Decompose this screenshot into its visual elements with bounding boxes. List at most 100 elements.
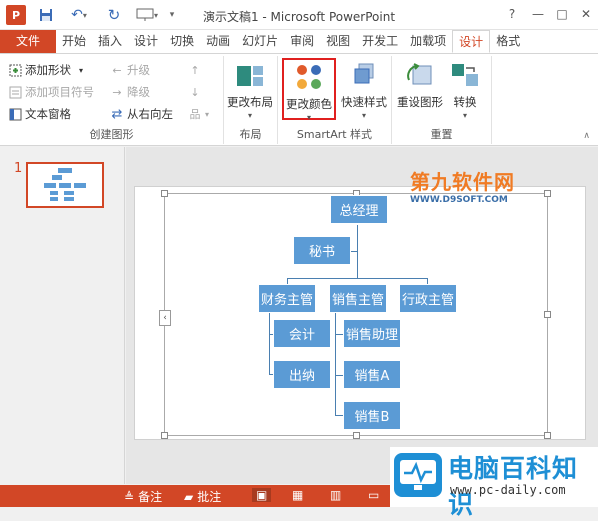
resize-handle[interactable] (544, 311, 551, 318)
org-node-sales-assistant[interactable]: 销售助理 (343, 319, 401, 348)
minimize-button[interactable]: — (528, 4, 548, 24)
resize-handle[interactable] (544, 190, 551, 197)
chevron-down-icon: ▾ (462, 111, 467, 120)
tab-insert[interactable]: 插入 (92, 30, 128, 53)
org-node-sales-manager[interactable]: 销售主管 (329, 284, 387, 313)
chevron-down-icon: ▾ (79, 65, 84, 75)
palette-icon (292, 62, 326, 94)
slide-sorter-icon: ▦ (292, 488, 304, 502)
move-down-button[interactable]: ↓ (188, 82, 205, 102)
smartart-frame[interactable]: ‹ 总经理 秘书 财务主管 销售主管 行政主管 会计 出纳 销售助理 销售A 销 (159, 190, 551, 439)
chevron-down-icon: ▾ (247, 111, 252, 120)
change-layout-label: 更改布局 (227, 95, 273, 109)
slide-thumbnail-pane: 1 (0, 147, 125, 484)
maximize-button[interactable]: □ (552, 4, 572, 24)
org-node-sales-b[interactable]: 销售B (343, 401, 401, 430)
watermark-brand-url: www.pc-daily.com (450, 483, 566, 497)
normal-view-button[interactable]: ▣ (252, 488, 272, 502)
ribbon: 添加形状 ▾ 添加项目符号 文本窗格 ← 升级 → 降级 ⇄ 从右向左 ↑ ↓ 品 ▾ 创… (0, 54, 598, 146)
quick-styles-button[interactable]: 快速样式 ▾ (336, 58, 392, 120)
org-node-finance-manager[interactable]: 财务主管 (258, 284, 316, 313)
help-button[interactable]: ? (502, 4, 522, 24)
arrow-up-icon: ↑ (190, 63, 200, 77)
right-to-left-label: 从右向左 (127, 107, 173, 121)
layout-options-button[interactable]: 品 ▾ (188, 104, 210, 124)
text-pane-label: 文本窗格 (25, 107, 71, 121)
convert-button[interactable]: 转换 ▾ (442, 58, 488, 120)
add-bullet-icon (8, 85, 22, 99)
change-colors-label: 更改颜色 (286, 97, 332, 111)
text-pane-toggle-icon[interactable]: ‹ (159, 310, 171, 326)
notes-icon: ≜ (124, 489, 135, 504)
tab-file[interactable]: 文件 (0, 30, 57, 53)
slide-sorter-button[interactable]: ▦ (292, 488, 303, 502)
add-shape-icon (8, 63, 22, 77)
group-reset: 重设图形 转换 ▾ 重置 (392, 56, 492, 144)
comments-label: 批注 (197, 490, 222, 504)
slideshow-icon: ▭ (368, 488, 380, 502)
resize-handle[interactable] (544, 432, 551, 439)
quick-styles-icon (347, 60, 381, 92)
reading-view-icon: ▥ (330, 488, 342, 502)
org-layout-icon: 品 (189, 108, 201, 121)
close-button[interactable]: ✕ (576, 4, 596, 24)
layout-icon (233, 60, 267, 92)
reset-graphic-button[interactable]: 重设图形 (392, 58, 448, 120)
thumbnail-org-chart-icon (44, 168, 86, 201)
tab-transitions[interactable]: 切换 (164, 30, 200, 53)
tab-review[interactable]: 审阅 (284, 30, 320, 53)
right-to-left-icon: ⇄ (111, 106, 123, 122)
reading-view-button[interactable]: ▥ (330, 488, 341, 502)
slide-number: 1 (14, 161, 23, 176)
group-smartart-styles: 更改颜色 ▾ 快速样式 ▾ SmartArt 样式 (278, 56, 392, 144)
text-pane-button[interactable]: 文本窗格 (8, 104, 71, 124)
convert-label: 转换 (453, 95, 477, 109)
change-layout-button[interactable]: 更改布局 ▾ (222, 58, 278, 120)
slide-thumbnail[interactable] (26, 162, 104, 208)
add-bullet-label: 添加项目符号 (25, 85, 94, 99)
tab-smartart-design[interactable]: 设计 (452, 30, 491, 53)
collapse-ribbon-icon[interactable]: ∧ (583, 131, 590, 141)
comments-button[interactable]: ▰ 批注 (184, 488, 221, 505)
connector-line (357, 225, 358, 279)
demote-button[interactable]: → 降级 (110, 82, 150, 102)
tab-design[interactable]: 设计 (128, 30, 164, 53)
org-node-admin-manager[interactable]: 行政主管 (399, 284, 457, 313)
resize-handle[interactable] (161, 190, 168, 197)
slide-canvas[interactable]: ‹ 总经理 秘书 财务主管 销售主管 行政主管 会计 出纳 销售助理 销售A 销 (134, 186, 586, 440)
org-node-assistant[interactable]: 秘书 (293, 236, 351, 265)
promote-button[interactable]: ← 升级 (110, 60, 150, 80)
resize-handle[interactable] (353, 432, 360, 439)
demote-label: 降级 (127, 85, 150, 99)
resize-handle[interactable] (161, 432, 168, 439)
move-up-button[interactable]: ↑ (188, 60, 205, 80)
org-node-ceo[interactable]: 总经理 (330, 195, 388, 224)
connector-line (269, 309, 270, 375)
chevron-down-icon: ▾ (205, 109, 210, 119)
comment-icon: ▰ (184, 489, 194, 504)
tab-view[interactable]: 视图 (320, 30, 356, 53)
tab-developer[interactable]: 开发工 (356, 30, 404, 53)
connector-line (350, 251, 358, 252)
notes-button[interactable]: ≜ 备注 (124, 488, 162, 505)
tab-format[interactable]: 格式 (490, 30, 526, 53)
chevron-down-icon: ▾ (361, 111, 366, 120)
tab-animations[interactable]: 动画 (200, 30, 236, 53)
chevron-down-icon: ▾ (306, 113, 311, 122)
group-create-graphic: 添加形状 ▾ 添加项目符号 文本窗格 ← 升级 → 降级 ⇄ 从右向左 ↑ ↓ 品 ▾ 创… (0, 56, 224, 144)
watermark-url: WWW.D9SOFT.COM (410, 195, 508, 205)
slideshow-button[interactable]: ▭ (368, 488, 379, 502)
right-to-left-button[interactable]: ⇄ 从右向左 (110, 104, 173, 124)
org-node-sales-a[interactable]: 销售A (343, 360, 401, 389)
tab-home[interactable]: 开始 (56, 30, 92, 53)
change-colors-button[interactable]: 更改颜色 ▾ (282, 58, 336, 122)
org-node-cashier[interactable]: 出纳 (273, 360, 331, 389)
org-node-accountant[interactable]: 会计 (273, 319, 331, 348)
reset-graphic-icon (403, 60, 437, 92)
add-bullet-button[interactable]: 添加项目符号 (8, 82, 94, 102)
tab-addins[interactable]: 加载项 (404, 30, 452, 53)
tab-slideshow[interactable]: 幻灯片 (236, 30, 284, 53)
group-layout: 更改布局 ▾ 布局 (224, 56, 278, 144)
add-shape-button[interactable]: 添加形状 ▾ (8, 60, 83, 80)
watermark-title: 第九软件网 (410, 170, 515, 194)
